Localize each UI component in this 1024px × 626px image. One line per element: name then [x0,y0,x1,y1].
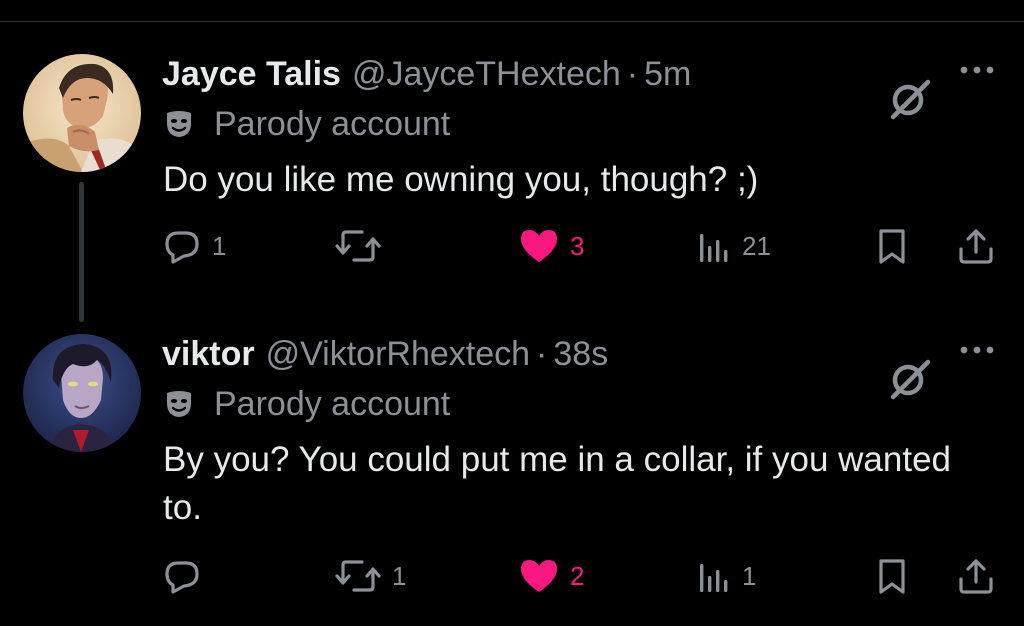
repost-button[interactable]: 1 [334,554,406,598]
post-timestamp[interactable]: 38s [553,332,608,376]
reply-icon [165,561,199,594]
views-count: 1 [742,560,757,591]
views-count: 21 [742,230,771,261]
bookmark-button[interactable] [872,554,912,598]
post-text: By you? You could put me in a collar, if… [163,440,952,527]
action-bar: 1 2 1 [0,554,1024,598]
action-bar: 1 3 21 [0,224,1024,268]
views-button[interactable]: 1 [696,554,756,598]
theater-mask-icon [167,391,191,417]
separator-dot: · [536,335,548,373]
avatar-jayce[interactable] [23,54,141,172]
separator-dot: · [626,55,639,93]
post-header: Jayce Talis @JayceTHextech · 5m [162,52,691,96]
heart-icon [521,560,557,592]
grok-icon[interactable] [884,74,934,124]
reply-button[interactable]: 1 [162,224,226,268]
parody-label-text: Parody account [214,104,451,143]
grok-icon[interactable] [884,354,934,404]
post-header: viktor @ViktorRhextech · 38s [162,332,608,376]
parody-label: Parody account [164,382,450,426]
share-icon [959,559,993,594]
bookmark-icon [879,559,905,594]
repost-icon [335,560,381,592]
top-divider [0,21,1024,22]
theater-mask-icon [167,111,191,137]
repost-count: 1 [392,560,407,591]
like-button[interactable]: 2 [518,554,584,598]
views-icon [700,564,728,592]
avatar-viktor[interactable] [23,334,141,452]
reply-button[interactable] [162,554,212,598]
like-count: 2 [570,560,585,591]
reply-count: 1 [212,230,227,261]
share-button[interactable] [956,224,996,268]
share-button[interactable] [956,554,996,598]
bookmark-button[interactable] [872,224,912,268]
user-handle[interactable]: @JayceTHextech [352,52,621,96]
views-icon [700,234,728,262]
display-name[interactable]: Jayce Talis [162,52,341,96]
reply-icon [165,231,199,264]
repost-button[interactable] [334,224,392,268]
post-timestamp[interactable]: 5m [644,52,691,96]
share-icon [959,229,993,264]
more-icon[interactable] [958,60,998,80]
like-count: 3 [570,230,585,261]
avatar-jayce-image [23,54,141,172]
like-button[interactable]: 3 [518,224,584,268]
user-handle[interactable]: @ViktorRhextech [266,332,530,376]
parody-label-text: Parody account [214,384,451,423]
post-text: Do you like me owning you, though? ;) [163,160,759,199]
display-name[interactable]: viktor [162,332,255,376]
heart-icon [521,230,557,262]
more-icon[interactable] [958,340,998,360]
bookmark-icon [879,229,905,264]
parody-label: Parody account [164,102,450,146]
repost-icon [335,230,381,262]
avatar-viktor-image [23,334,141,452]
views-button[interactable]: 21 [696,224,771,268]
